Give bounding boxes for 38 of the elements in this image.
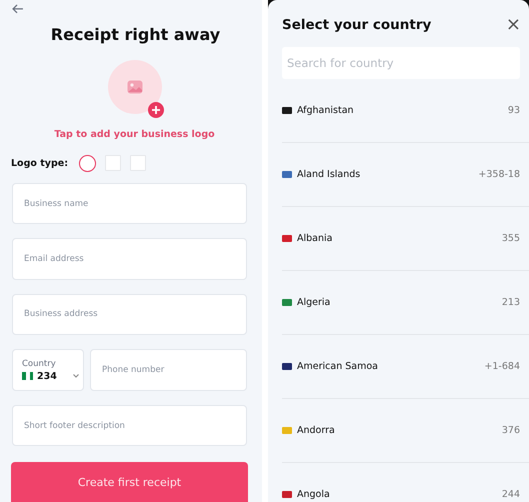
country-item[interactable]: Algeria 213 [282, 271, 529, 335]
sheet-title: Select your country [282, 17, 432, 33]
dial-code: 93 [508, 105, 520, 116]
input-field[interactable]: Email address [12, 238, 247, 280]
country-item[interactable]: Angola 244 [282, 463, 529, 502]
country-item[interactable]: Albania 355 [282, 207, 529, 271]
country-item[interactable]: Andorra 376 [282, 399, 529, 463]
circle-logo-option[interactable] [79, 154, 96, 172]
country-name: Angola [297, 489, 331, 500]
country-name: Albania [297, 233, 334, 244]
dial-code: 355 [502, 233, 520, 244]
dial-code: +1-684 [484, 361, 520, 372]
input-field[interactable]: Business name [12, 182, 247, 224]
add-logo-link[interactable]: Tap to add your business logo [12, 128, 247, 140]
back-arrow-icon[interactable] [12, 4, 24, 14]
search-field[interactable]: Search for country [282, 47, 520, 79]
phone-field[interactable]: Phone number [90, 349, 247, 392]
chevron-down-icon [72, 374, 79, 378]
add-icon[interactable] [148, 102, 164, 118]
image-icon [126, 80, 142, 94]
country-name: Aland Islands [297, 169, 362, 180]
country-name: Algeria [297, 297, 332, 308]
dial-code: 376 [502, 425, 520, 436]
dial-code: +358-18 [478, 169, 520, 180]
country-name: Andorra [297, 425, 336, 436]
input-field[interactable]: Short footer description [12, 405, 247, 446]
country-select[interactable]: Country 234 [12, 349, 84, 392]
country-name: Afghanistan [297, 105, 355, 116]
country-item[interactable]: Aland Islands +358-18 [282, 143, 529, 207]
close-button[interactable]: × [506, 16, 521, 34]
input-field[interactable]: Business address [12, 294, 247, 336]
dial-code: 244 [502, 489, 520, 500]
logo-type-label: Logo type: [11, 158, 68, 169]
dial-code: 213 [502, 297, 520, 308]
page-title: Receipt right away [50, 24, 222, 44]
country-name: American Samoa [297, 361, 379, 372]
country-item[interactable]: American Samoa +1-684 [282, 335, 529, 399]
country-item[interactable]: Afghanistan 93 [282, 79, 529, 143]
